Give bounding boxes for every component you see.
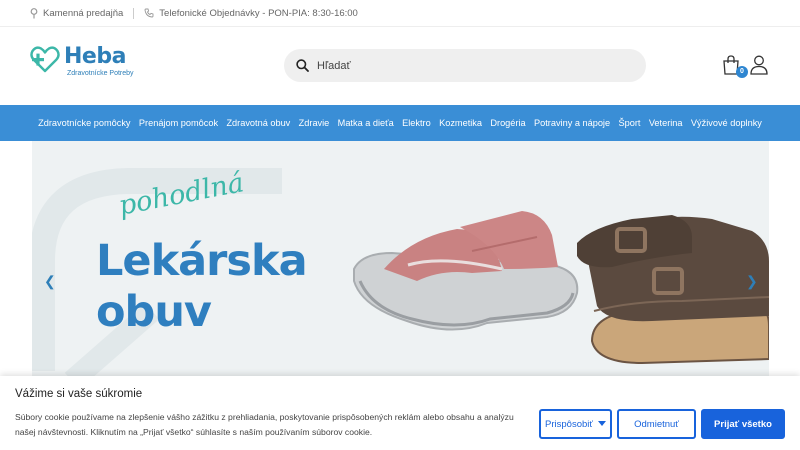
logo-tagline: Zdravotnícke Potreby (67, 70, 134, 77)
nav-item-zdravotnicke-pomocky[interactable]: Zdravotnícke pomôcky (38, 118, 130, 128)
user-icon (750, 55, 768, 75)
caret-down-icon (597, 421, 606, 426)
top-info-bar: Kamenná predajňa Telefonické Objednávky … (0, 0, 800, 27)
store-label: Kamenná predajňa (43, 7, 124, 19)
reject-label: Odmietnuť (634, 418, 679, 430)
nav-item-drogeria[interactable]: Drogéria (490, 118, 525, 128)
main-navigation: Zdravotnícke pomôcky Prenájom pomôcok Zd… (0, 105, 800, 141)
nav-item-vyzivove-doplnky[interactable]: Výživové doplnky (691, 118, 762, 128)
nav-item-kozmetika[interactable]: Kozmetika (439, 118, 482, 128)
phone-orders[interactable]: Telefonické Objednávky - PON-PIA: 8:30-1… (144, 8, 358, 19)
logo-name: Heba (64, 44, 126, 69)
customize-button[interactable]: Prispôsobiť (539, 409, 612, 439)
cookie-title: Vážime si vaše súkromie (15, 388, 143, 400)
cookie-description: Súbory cookie používame na zlepšenie váš… (15, 412, 514, 437)
nav-item-zdravie[interactable]: Zdravie (299, 118, 330, 128)
nav-item-matka-a-dieta[interactable]: Matka a dieťa (338, 118, 394, 128)
logo[interactable]: Heba Zdravotnícke Potreby (30, 45, 134, 77)
pink-sandal-image (353, 211, 579, 331)
phone-label: Telefonické Objednávky - PON-PIA: 8:30-1… (159, 7, 358, 19)
nav-item-elektro[interactable]: Elektro (402, 118, 431, 128)
site-header: Heba Zdravotnícke Potreby 0 (0, 27, 800, 105)
accept-label: Prijať všetko (714, 418, 772, 430)
nav-item-veterina[interactable]: Veterina (649, 118, 683, 128)
cart-button[interactable]: 0 (722, 55, 748, 78)
search-input[interactable] (317, 59, 617, 72)
map-pin-icon (30, 7, 38, 18)
accept-all-button[interactable]: Prijať všetko (701, 409, 785, 439)
nav-item-prenajom-pomocok[interactable]: Prenájom pomôcok (139, 118, 218, 128)
reject-button[interactable]: Odmietnuť (617, 409, 696, 439)
topbar-divider (133, 7, 135, 19)
cart-count-badge: 0 (736, 66, 748, 78)
cookie-consent-banner: Vážime si vaše súkromie Súbory cookie po… (0, 376, 800, 450)
hero-banner[interactable]: pohodlná Lekárska obuv ❮ ❯ (32, 141, 769, 377)
search-bar[interactable] (284, 49, 646, 82)
nav-item-sport[interactable]: Šport (618, 118, 640, 128)
nav-item-potraviny-a-napoje[interactable]: Potraviny a nápoje (534, 118, 610, 128)
carousel-next-arrow-icon[interactable]: ❯ (746, 273, 758, 290)
phone-icon (144, 8, 154, 18)
account-button[interactable] (750, 55, 768, 80)
hero-title-line1: Lekárska (96, 236, 308, 286)
nav-item-zdravotna-obuv[interactable]: Zdravotná obuv (226, 118, 290, 128)
carousel-prev-arrow-icon[interactable]: ❮ (44, 273, 56, 290)
heart-cross-logo-icon (30, 46, 60, 73)
search-icon[interactable] (296, 59, 309, 72)
brown-sandal-image (577, 215, 769, 365)
hero-title-line2: obuv (96, 287, 212, 337)
customize-label: Prispôsobiť (545, 418, 593, 430)
store-link[interactable]: Kamenná predajňa (30, 8, 123, 19)
